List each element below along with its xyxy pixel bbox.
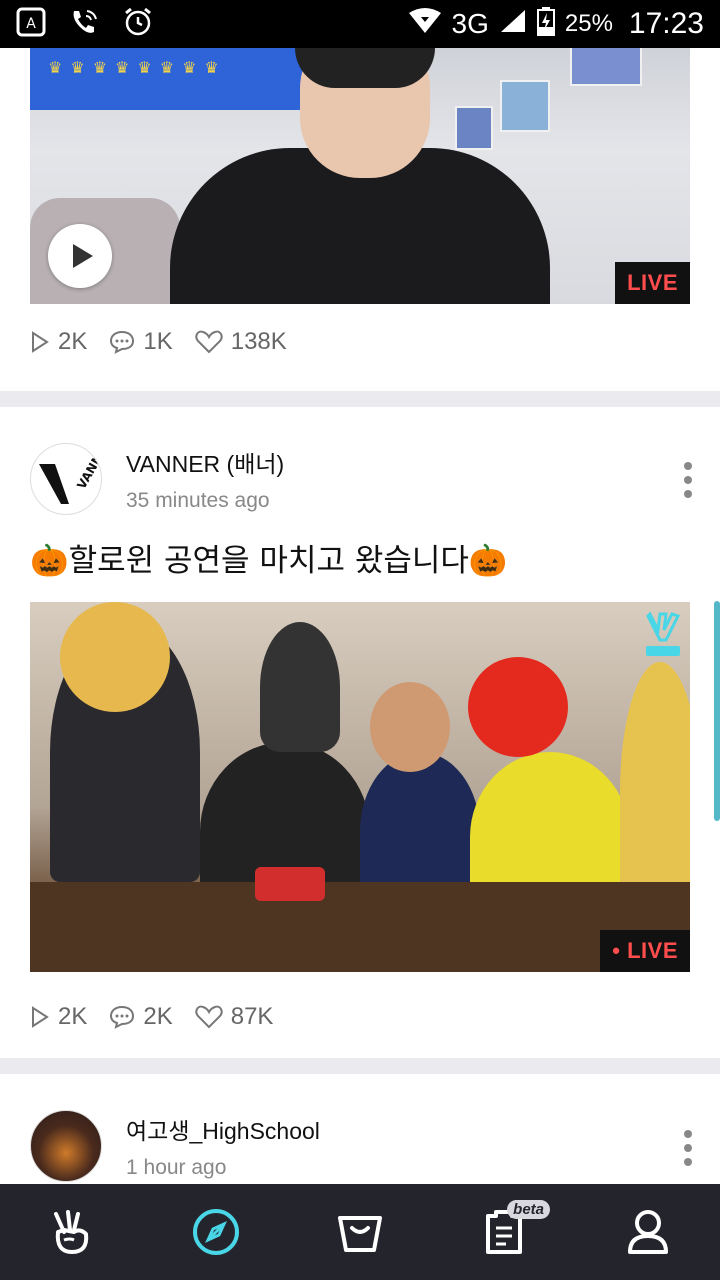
app-notification-icon: A	[16, 7, 46, 42]
signal-icon	[499, 8, 527, 41]
likes-count: 87K	[230, 1003, 274, 1030]
network-type: 3G	[451, 8, 489, 39]
post-card[interactable]: ♛♛♛♛♛♛♛♛ LIVE 2K 1K 138K	[0, 48, 720, 391]
live-badge: LIVE	[615, 262, 690, 304]
person-hair	[60, 602, 170, 712]
heart-icon	[195, 330, 223, 354]
person-horns	[260, 622, 340, 752]
wall-picture	[455, 106, 493, 150]
nav-discover[interactable]	[176, 1192, 256, 1272]
nav-profile[interactable]	[608, 1192, 688, 1272]
author-name[interactable]: VANNER (배너)	[126, 445, 284, 479]
alarm-clock-icon	[122, 7, 154, 42]
post-stats: 2K 1K 138K	[30, 328, 287, 356]
vlive-home-icon	[54, 1210, 89, 1254]
post-author[interactable]: 여고생_HighSchool 1 hour ago	[30, 1110, 320, 1182]
heart-icon	[195, 1005, 223, 1029]
plays-count: 2K	[58, 1003, 88, 1030]
wall-picture	[570, 48, 642, 86]
comments-stat[interactable]: 2K	[109, 1003, 173, 1031]
post-text: 🎃할로윈 공연을 마치고 왔습니다🎃	[30, 543, 508, 579]
likes-stat[interactable]: 87K	[195, 1003, 274, 1031]
comments-count: 1K	[143, 328, 173, 355]
store-icon	[338, 1216, 382, 1252]
nav-board[interactable]: beta	[464, 1192, 550, 1272]
person-wig	[468, 657, 568, 757]
svg-text:VANNER: VANNER	[74, 444, 102, 492]
post-stats: 2K 2K 87K	[30, 1003, 273, 1031]
vlive-watermark-icon	[644, 610, 682, 660]
battery-charging-icon	[536, 6, 555, 43]
more-options-button[interactable]	[684, 462, 692, 498]
table	[30, 882, 690, 972]
video-thumbnail[interactable]: • LIVE	[30, 602, 690, 972]
post-time: 35 minutes ago	[126, 489, 270, 512]
play-icon	[72, 244, 93, 268]
discover-icon	[193, 1209, 239, 1255]
comment-icon	[110, 330, 135, 354]
avatar[interactable]	[30, 1110, 102, 1182]
plays-stat: 2K	[30, 1003, 87, 1031]
likes-stat[interactable]: 138K	[195, 328, 287, 356]
play-button[interactable]	[48, 224, 112, 288]
post-author[interactable]: VANNER VANNER (배너) 35 minutes ago	[30, 443, 284, 515]
nav-home[interactable]	[32, 1192, 112, 1272]
profile-icon	[628, 1210, 668, 1254]
live-badge: • LIVE	[600, 930, 690, 972]
battery-percent: 25%	[564, 10, 613, 37]
likes-count: 138K	[230, 328, 287, 355]
video-thumbnail[interactable]: ♛♛♛♛♛♛♛♛ LIVE	[30, 48, 690, 304]
play-count-icon	[32, 331, 49, 353]
post-time: 1 hour ago	[126, 1156, 227, 1179]
person-face	[370, 682, 450, 772]
svg-text:A: A	[26, 16, 36, 32]
comments-stat[interactable]: 1K	[109, 328, 173, 356]
phone-call-icon	[68, 7, 100, 42]
post-card[interactable]: VANNER VANNER (배너) 35 minutes ago 🎃할로윈 공…	[0, 407, 720, 1058]
wall-picture	[500, 80, 550, 132]
comment-icon	[110, 1005, 135, 1029]
clock: 17:23	[628, 7, 704, 40]
feed[interactable]: ♛♛♛♛♛♛♛♛ LIVE 2K 1K 138K VANNER VANNER (…	[0, 48, 720, 1184]
more-options-button[interactable]	[684, 1130, 692, 1166]
vanner-logo-icon: VANNER	[39, 444, 102, 504]
nav-store[interactable]	[320, 1192, 400, 1272]
status-bar: A 3G 25% 17:23	[0, 0, 720, 48]
plays-stat: 2K	[30, 328, 87, 356]
bottom-navigation: beta	[0, 1184, 720, 1280]
post-card[interactable]: 여고생_HighSchool 1 hour ago	[0, 1074, 720, 1184]
comments-count: 2K	[143, 1003, 173, 1030]
plays-count: 2K	[58, 328, 88, 355]
author-name[interactable]: 여고생_HighSchool	[126, 1112, 320, 1146]
play-count-icon	[32, 1006, 49, 1028]
phone	[255, 867, 325, 901]
beta-badge: beta	[507, 1200, 550, 1219]
wall-poster: ♛♛♛♛♛♛♛♛	[30, 48, 305, 110]
wifi-icon	[408, 7, 442, 42]
scrollbar[interactable]	[714, 601, 720, 821]
avatar[interactable]: VANNER	[30, 443, 102, 515]
person-hat	[295, 48, 435, 88]
